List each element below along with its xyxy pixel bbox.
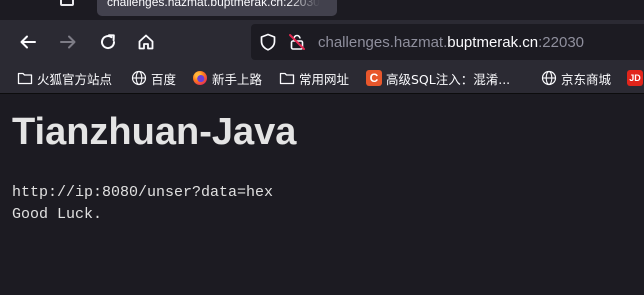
forward-button[interactable] — [52, 26, 84, 58]
arrow-right-icon — [60, 35, 76, 49]
url-text[interactable]: challenges.hazmat.buptmerak.cn:22030 — [318, 34, 584, 51]
bookmark-label: 火狐官方站点 — [37, 71, 113, 87]
bookmark-firefox-official[interactable]: 火狐官方站点 — [17, 69, 112, 87]
bookmark-label: 百度 — [151, 71, 177, 87]
url-domain: buptmerak.cn — [447, 34, 539, 51]
page-title: Tianzhuan-Java — [12, 111, 297, 153]
back-button[interactable] — [12, 26, 44, 58]
page-line-url: http://ip:8080/unser?data=hex — [12, 184, 274, 201]
bookmark-jd[interactable]: JD — [627, 69, 644, 87]
insecure-lock-icon[interactable] — [288, 33, 306, 51]
firefox-icon — [193, 71, 207, 85]
url-bar[interactable]: challenges.hazmat.buptmerak.cn:22030 — [251, 24, 644, 60]
globe-icon — [131, 70, 147, 86]
bookmark-label: 京东商城 — [561, 71, 612, 87]
folder-icon — [279, 72, 295, 85]
bookmarks-toolbar: 火狐官方站点 百度 新手上路 常用网址 C 高级SQL注入：混淆... 京东商城… — [0, 64, 644, 94]
reload-icon — [101, 34, 116, 50]
page-content: Tianzhuan-Java http://ip:8080/unser?data… — [0, 94, 644, 295]
tab-overview-icon[interactable] — [60, 0, 74, 6]
bookmark-baidu[interactable]: 百度 — [131, 69, 176, 87]
tab-active[interactable]: challenges.hazmat.buptmerak.cn:22030 — [97, 0, 337, 16]
url-prefix: challenges.hazmat. — [318, 34, 448, 51]
bookmark-jd-mall[interactable]: 京东商城 — [541, 69, 611, 87]
bookmark-getting-started[interactable]: 新手上路 — [192, 69, 262, 87]
page-line-message: Good Luck. — [12, 206, 103, 223]
home-icon — [138, 34, 154, 50]
bookmark-label: 常用网址 — [299, 71, 350, 87]
bookmark-label: 高级SQL注入：混淆... — [386, 71, 511, 87]
reload-button[interactable] — [92, 26, 124, 58]
jd-badge-icon: JD — [627, 70, 643, 86]
navigation-toolbar: challenges.hazmat.buptmerak.cn:22030 — [0, 20, 644, 64]
page-body: http://ip:8080/unser?data=hex Good Luck. — [12, 182, 273, 226]
globe-icon — [541, 70, 557, 86]
tab-title: challenges.hazmat.buptmerak.cn:22030 — [107, 0, 320, 9]
tab-strip: challenges.hazmat.buptmerak.cn:22030 — [0, 0, 644, 20]
arrow-left-icon — [20, 35, 36, 49]
shield-icon[interactable] — [259, 33, 277, 51]
bookmark-common-sites[interactable]: 常用网址 — [279, 69, 349, 87]
bookmark-sql-injection[interactable]: C 高级SQL注入：混淆... — [366, 69, 510, 87]
folder-icon — [17, 72, 33, 85]
bookmark-label: 新手上路 — [212, 71, 263, 87]
url-port: :22030 — [538, 34, 585, 51]
c-badge-icon: C — [366, 70, 382, 86]
home-button[interactable] — [130, 26, 162, 58]
